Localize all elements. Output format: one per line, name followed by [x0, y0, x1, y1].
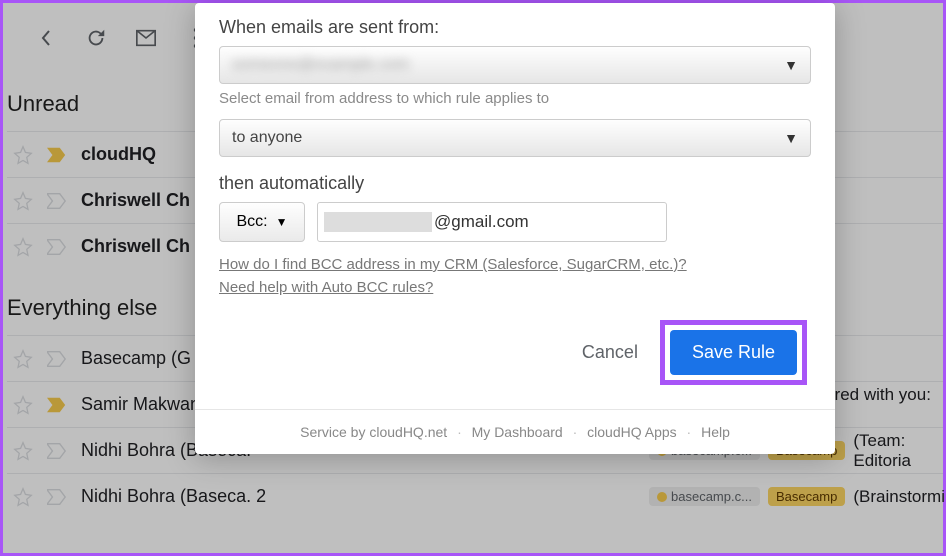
modal-footer: Service by cloudHQ.net · My Dashboard · …	[195, 409, 835, 454]
star-icon[interactable]	[13, 349, 33, 369]
bcc-email-input[interactable]: @gmail.com	[317, 202, 667, 242]
important-marker-icon[interactable]	[47, 191, 67, 211]
save-rule-highlight: Save Rule	[660, 320, 807, 385]
important-marker-icon[interactable]	[47, 441, 67, 461]
sender-name: Chriswell Ch	[81, 190, 190, 211]
email-subject: basecamp.c... Basecamp (Brainstormin	[649, 487, 946, 507]
star-icon[interactable]	[13, 237, 33, 257]
help-link-crm[interactable]: How do I find BCC address in my CRM (Sal…	[219, 256, 811, 273]
from-email-select[interactable]: someone@example.com ▼	[219, 46, 811, 84]
email-row[interactable]: Nidhi Bohra (Baseca. 2 basecamp.c... Bas…	[7, 473, 943, 519]
important-marker-icon[interactable]	[47, 237, 67, 257]
to-recipient-select[interactable]: to anyone ▼	[219, 119, 811, 157]
sender-name: Chriswell Ch	[81, 236, 190, 257]
auto-bcc-rules-modal: When emails are sent from: someone@examp…	[195, 3, 835, 454]
star-icon[interactable]	[13, 145, 33, 165]
when-label: When emails are sent from:	[219, 17, 811, 38]
sender-name: Nidhi Bohra (Baseca. 2	[81, 486, 266, 507]
bcc-type-select[interactable]: Bcc: ▼	[219, 202, 305, 242]
sender-name: cloudHQ	[81, 144, 156, 165]
from-email-value: someone@example.com	[232, 56, 409, 74]
chevron-down-icon: ▼	[784, 130, 798, 146]
star-icon[interactable]	[13, 191, 33, 211]
to-recipient-value: to anyone	[232, 129, 302, 147]
save-rule-button[interactable]: Save Rule	[670, 330, 797, 375]
star-icon[interactable]	[13, 441, 33, 461]
mark-read-icon[interactable]	[135, 27, 157, 49]
footer-apps-link[interactable]: cloudHQ Apps	[587, 424, 677, 440]
important-marker-icon[interactable]	[47, 145, 67, 165]
footer-service: Service by cloudHQ.net	[300, 424, 447, 440]
email-domain-suffix: @gmail.com	[434, 212, 529, 232]
redacted-email-user	[324, 212, 432, 232]
chevron-down-icon: ▼	[276, 215, 288, 229]
star-icon[interactable]	[13, 395, 33, 415]
important-marker-icon[interactable]	[47, 395, 67, 415]
cancel-button[interactable]: Cancel	[582, 342, 638, 363]
back-caret-icon[interactable]	[35, 27, 57, 49]
star-icon[interactable]	[13, 487, 33, 507]
sender-name: Basecamp (G	[81, 348, 191, 369]
help-link-rules[interactable]: Need help with Auto BCC rules?	[219, 279, 811, 296]
chevron-down-icon: ▼	[784, 57, 798, 73]
footer-dashboard-link[interactable]: My Dashboard	[472, 424, 563, 440]
important-marker-icon[interactable]	[47, 487, 67, 507]
then-label: then automatically	[219, 173, 811, 194]
refresh-icon[interactable]	[85, 27, 107, 49]
footer-help-link[interactable]: Help	[701, 424, 730, 440]
from-help-text: Select email from address to which rule …	[219, 90, 811, 107]
important-marker-icon[interactable]	[47, 349, 67, 369]
